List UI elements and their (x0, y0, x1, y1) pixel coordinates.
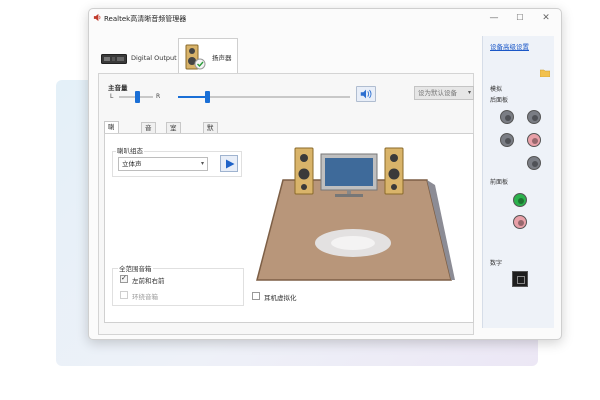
volume-slider-fill (178, 96, 208, 98)
tab-speaker-label: 扬声器 (212, 54, 232, 62)
speaker-volume-icon (360, 89, 372, 99)
balance-slider-thumb[interactable] (135, 91, 140, 103)
balance-right-label: R (156, 93, 161, 100)
back-panel-label: 后面板 (490, 97, 509, 104)
play-test-button[interactable] (220, 155, 238, 172)
digital-output-icon (101, 54, 127, 64)
surround-speakers-label: 环绕音箱 (132, 293, 158, 301)
tab-speaker[interactable]: 扬声器 (178, 38, 238, 74)
back-panel-jack[interactable] (527, 133, 541, 147)
speaker-room-visualization (256, 147, 455, 281)
close-button[interactable]: ✕ (534, 10, 558, 26)
back-panel-jack[interactable] (500, 133, 514, 147)
speaker-configuration-label: 喇叭组态 (116, 145, 144, 155)
tab-digital-output-label: Digital Output (131, 54, 177, 62)
master-volume-title: 主音量 (108, 84, 128, 92)
headphone-virtualization-checkbox[interactable] (252, 292, 260, 300)
back-panel-jack[interactable] (527, 110, 541, 124)
speaker-device-icon (185, 44, 206, 70)
surround-speakers-checkbox[interactable] (120, 291, 128, 299)
minimize-button[interactable]: — (482, 10, 506, 26)
front-left-speaker-icon (294, 147, 314, 195)
master-volume-group: 主音量 L R (108, 82, 380, 104)
set-default-device-label: 设为默认设备 (418, 89, 457, 97)
front-panel-label: 前面板 (490, 179, 509, 186)
chevron-down-icon: ▾ (200, 160, 204, 167)
mute-button[interactable] (356, 86, 376, 102)
balance-left-label: L (110, 93, 114, 100)
speaker-app-icon (93, 13, 101, 22)
set-default-device-dropdown[interactable]: 设为默认设备 ▾ (414, 86, 474, 100)
speaker-configuration-select[interactable]: 立体声 ▾ (118, 157, 208, 171)
title-bar: Realtek高清晰音频管理器 — ☐ ✕ (88, 8, 562, 28)
volume-slider-thumb[interactable] (205, 91, 211, 103)
tab-digital-output[interactable]: Digital Output (98, 44, 178, 74)
folder-icon[interactable] (540, 69, 550, 77)
front-left-right-label: 左前和右前 (132, 277, 165, 285)
play-icon (226, 159, 235, 169)
window-title: Realtek高清晰音频管理器 (104, 15, 187, 23)
device-advanced-settings-link[interactable]: 设备高级设置 (490, 41, 529, 51)
speaker-configuration-value: 立体声 (122, 160, 142, 168)
digital-section-label: 数字 (490, 260, 503, 267)
analog-section-label: 模拟 (490, 86, 503, 93)
full-range-speakers-title: 全范围音箱 (118, 263, 153, 273)
headphone-virtualization-label: 耳机虚拟化 (264, 294, 297, 302)
maximize-button[interactable]: ☐ (508, 10, 532, 26)
front-panel-jack[interactable] (513, 193, 527, 207)
front-panel-jack[interactable] (513, 215, 527, 229)
digital-port-icon[interactable] (512, 271, 528, 287)
front-left-right-checkbox[interactable] (120, 274, 128, 283)
chevron-down-icon: ▾ (467, 89, 471, 96)
back-panel-jack[interactable] (527, 156, 541, 170)
front-right-speaker-icon (384, 147, 404, 195)
back-panel-jack[interactable] (500, 110, 514, 124)
